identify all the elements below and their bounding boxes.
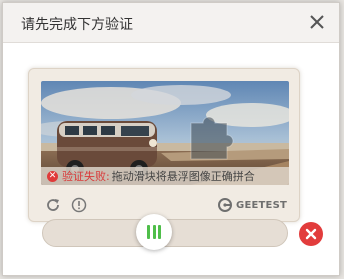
close-icon: [310, 15, 324, 29]
slider-handle[interactable]: [136, 214, 172, 250]
info-button[interactable]: [71, 197, 87, 213]
fail-title: 验证失败: [62, 170, 106, 183]
captcha-toolbar: GEETEST: [41, 195, 287, 215]
refresh-button[interactable]: [45, 197, 61, 213]
error-status-button[interactable]: [299, 222, 323, 246]
fail-message: 拖动滑块将悬浮图像正确拼合: [111, 170, 255, 183]
dialog-title: 请先完成下方验证: [21, 17, 133, 33]
refresh-icon: [47, 199, 59, 211]
grip-icon: [147, 225, 161, 239]
geetest-logo-icon: [218, 198, 233, 212]
error-x-icon: [305, 228, 317, 240]
captcha-widget: ✕ 验证失败 : 拖动滑块将悬浮图像正确拼合 GEETEST: [28, 68, 300, 222]
fail-separator: :: [106, 169, 110, 183]
fail-x-icon: ✕: [47, 170, 58, 182]
geetest-brand[interactable]: GEETEST: [218, 197, 287, 213]
info-icon: [71, 197, 87, 213]
brand-label: GEETEST: [236, 199, 287, 211]
verification-failed-bar: ✕ 验证失败 : 拖动滑块将悬浮图像正确拼合: [41, 167, 289, 185]
dialog-title-bar: 请先完成下方验证: [3, 3, 339, 43]
puzzle-image: ✕ 验证失败 : 拖动滑块将悬浮图像正确拼合: [41, 81, 289, 185]
close-button[interactable]: [307, 12, 327, 32]
